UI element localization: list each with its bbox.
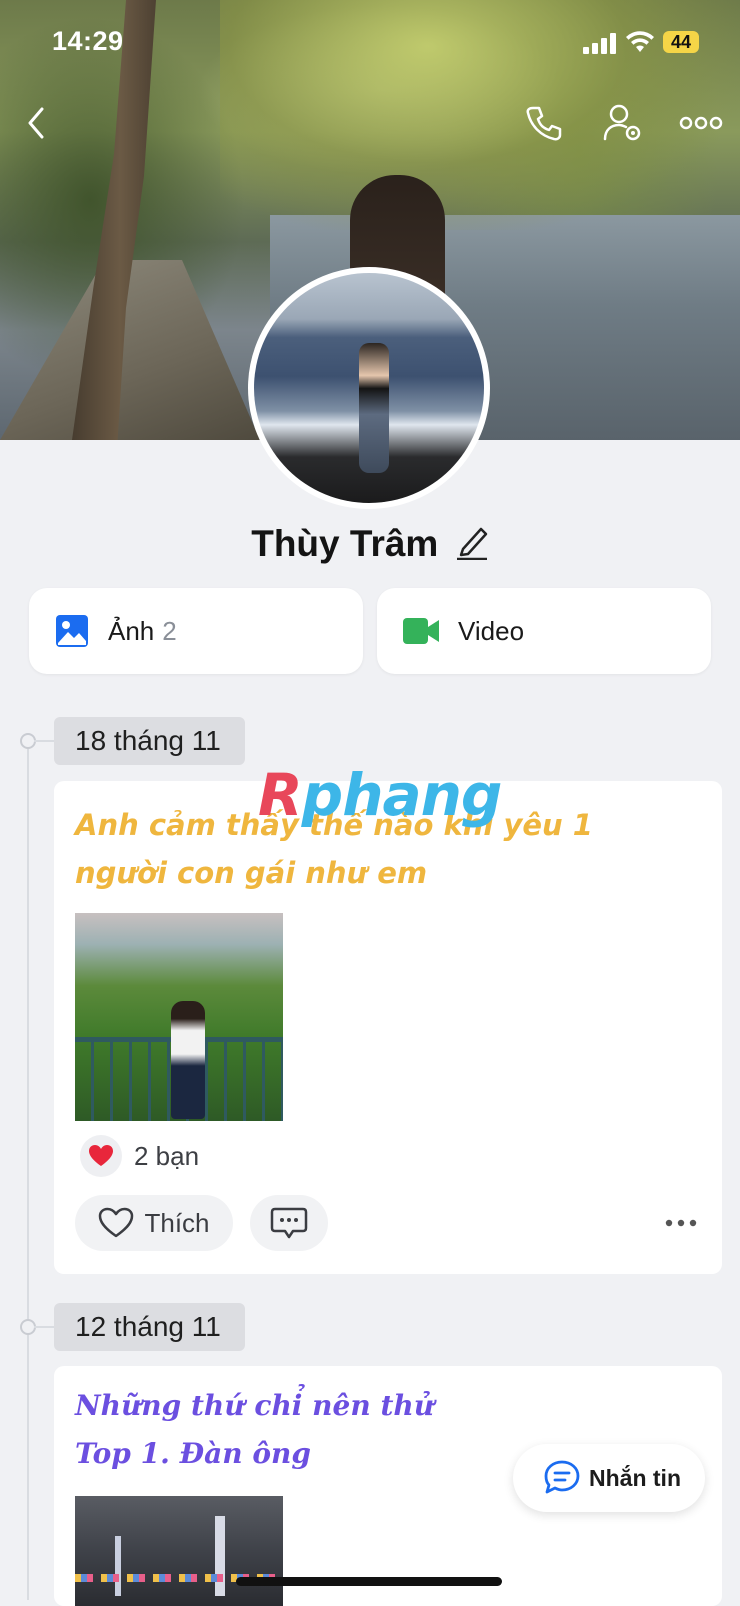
avatar-person (359, 343, 389, 473)
back-button[interactable] (14, 100, 60, 146)
signal-icon (583, 32, 619, 54)
status-icons: 44 (583, 30, 703, 56)
more-icon (679, 116, 723, 130)
video-button[interactable]: Video (377, 588, 711, 674)
heart-icon (89, 1145, 113, 1166)
profile-name: Thùy Trâm (251, 523, 439, 564)
comment-icon (270, 1207, 308, 1239)
avatar-photo (254, 273, 484, 503)
like-label: Thích (144, 1207, 210, 1238)
edit-icon[interactable] (455, 522, 489, 561)
message-button[interactable]: Nhắn tin (513, 1444, 705, 1512)
post-date-badge: 12 tháng 11 (54, 1303, 245, 1351)
photo-tower (115, 1536, 121, 1596)
back-icon (28, 107, 44, 139)
call-button[interactable] (520, 100, 566, 146)
post-text-line: Những thứ chỉ nên thử (75, 1389, 435, 1422)
watermark: Rphang (258, 765, 502, 825)
timeline-line (27, 740, 29, 1600)
reaction-count: 2 bạn (134, 1140, 200, 1171)
home-indicator[interactable] (236, 1577, 502, 1586)
video-label: Video (458, 615, 525, 646)
video-camera-icon (403, 618, 439, 644)
post-photo[interactable] (75, 1496, 283, 1606)
photo-tower (215, 1516, 225, 1596)
reaction-summary[interactable]: 2 bạn (80, 1135, 199, 1177)
image-icon (56, 615, 88, 647)
more-options-button[interactable] (678, 100, 724, 146)
watermark-part: phang (301, 761, 503, 829)
watermark-part: R (258, 761, 303, 829)
photos-button[interactable]: Ảnh 2 (29, 588, 363, 674)
avatar[interactable] (248, 267, 490, 509)
profile-settings-button[interactable] (600, 100, 646, 146)
cover-path (0, 260, 260, 440)
phone-icon (526, 106, 562, 141)
reaction-heart-bubble (80, 1135, 122, 1177)
status-time: 14:29 (52, 26, 124, 56)
photos-count: 2 (162, 615, 177, 646)
post-photo[interactable] (75, 913, 283, 1121)
comment-button[interactable] (250, 1195, 328, 1251)
chat-icon (544, 1460, 580, 1494)
battery-icon: 44 (663, 31, 699, 53)
profile-name-row: Thùy Trâm (0, 522, 740, 578)
message-label: Nhắn tin (589, 1464, 681, 1491)
photo-person (171, 1001, 205, 1119)
post-text-line: người con gái như em (75, 856, 428, 890)
photos-label: Ảnh (108, 615, 155, 646)
post-date-badge: 18 tháng 11 (54, 717, 245, 765)
like-button[interactable]: Thích (75, 1195, 233, 1251)
heart-icon (99, 1207, 134, 1238)
post-card[interactable]: Anh cảm thấy thế nào khi yêu 1 người con… (54, 781, 722, 1274)
wifi-icon (626, 31, 654, 52)
post-more-icon[interactable] (664, 1218, 698, 1228)
post-text-line: Top 1. Đàn ông (75, 1437, 311, 1470)
user-settings-icon (603, 104, 641, 141)
